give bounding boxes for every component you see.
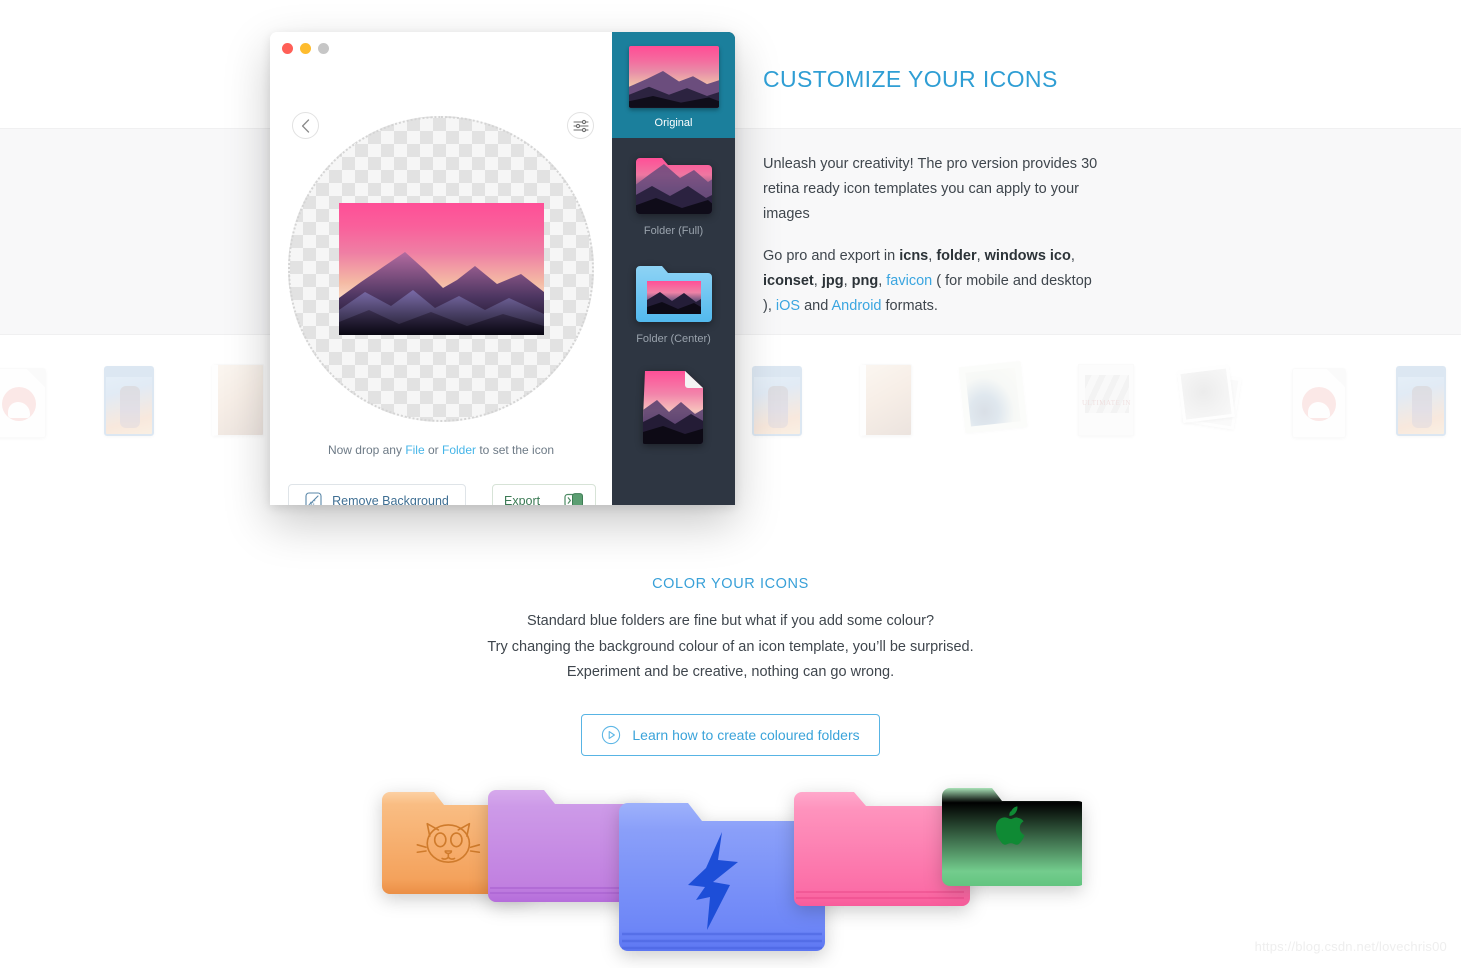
sidebar-label-folder-center: Folder (Center) — [636, 333, 711, 345]
app-window-main: Now drop any File or Folder to set the i… — [270, 32, 612, 505]
strip-item-poster: ULTIMATE IN — [1078, 364, 1134, 436]
format-folder: folder — [936, 248, 977, 264]
export-button[interactable]: Export — [492, 484, 596, 505]
ios-link[interactable]: iOS — [776, 298, 800, 314]
sidebar-label-folder-full: Folder (Full) — [643, 225, 704, 237]
preview-image — [338, 203, 544, 335]
hero-copy: CUSTOMIZE YOUR ICONS Unleash your creati… — [763, 66, 1103, 319]
template-thumb-original — [628, 46, 719, 108]
icon-preview-canvas[interactable] — [288, 116, 594, 422]
hero-and: and — [800, 298, 832, 314]
strip-item-photos — [1176, 364, 1244, 430]
color-your-icons-section: COLOR YOUR ICONS Standard blue folders a… — [0, 576, 1461, 756]
section-title: COLOR YOUR ICONS — [652, 576, 809, 592]
sidebar-item-folder-full[interactable]: Folder (Full) — [612, 138, 735, 246]
page-root: ULTIMATE IN Now drop any File or Folder … — [0, 0, 1461, 968]
close-button[interactable] — [282, 43, 293, 54]
strip-item-stamp — [958, 360, 1028, 434]
remove-background-button[interactable]: Remove Background — [288, 484, 466, 505]
favicon-link[interactable]: favicon — [886, 273, 932, 289]
folder-center-art — [635, 266, 712, 322]
strip-item-bluray — [104, 366, 154, 436]
template-thumb-document — [641, 368, 705, 444]
watermark: https://blog.csdn.net/lovechris00 — [1254, 939, 1447, 954]
minimize-button[interactable] — [300, 43, 311, 54]
android-link[interactable]: Android — [832, 298, 882, 314]
remove-background-icon — [305, 492, 322, 505]
drop-hint-suffix: to set the icon — [476, 443, 555, 457]
drop-folder-link[interactable]: Folder — [442, 443, 476, 457]
document-art — [641, 371, 703, 444]
hero-tail: formats. — [881, 298, 938, 314]
drop-file-link[interactable]: File — [405, 443, 424, 457]
sep: , — [813, 273, 822, 289]
maximize-button[interactable] — [318, 43, 329, 54]
sidebar-item-document[interactable] — [612, 354, 735, 453]
format-jpg: jpg — [821, 273, 844, 289]
sep: , — [976, 248, 985, 264]
back-button[interactable] — [292, 112, 319, 139]
strip-item-bluray — [752, 366, 802, 436]
export-icon — [564, 493, 583, 505]
green-folder[interactable] — [938, 780, 1086, 886]
format-icns: icns — [899, 248, 929, 264]
format-iconset: iconset — [763, 273, 814, 289]
section-line-1: Standard blue folders are fine but what … — [526, 613, 935, 629]
strip-item-bluray — [1396, 366, 1446, 436]
template-thumb-folder-center — [634, 260, 714, 324]
mountain-artwork — [338, 251, 544, 335]
folder-full-art — [635, 158, 712, 214]
remove-background-label: Remove Background — [332, 493, 449, 506]
action-row: Remove Background Export — [288, 484, 596, 505]
green-folder-art — [942, 788, 1086, 886]
template-sidebar: Original Folder (Full) Folder (Center) — [612, 32, 735, 505]
sep: , — [1070, 248, 1075, 264]
section-lines: Standard blue folders are fine but what … — [0, 609, 1461, 686]
hero-paragraph-1: Unleash your creativity! The pro version… — [763, 156, 1098, 222]
section-line-2: Try changing the background colour of an… — [487, 638, 974, 655]
hero-paragraph-2: Go pro and export in icns, folder, windo… — [763, 244, 1103, 319]
strip-item-doc — [0, 368, 46, 438]
strip-item-book — [212, 364, 264, 436]
section-line-3: Experiment and be creative, nothing can … — [566, 664, 895, 680]
drop-hint: Now drop any File or Folder to set the i… — [270, 443, 612, 457]
sidebar-item-folder-center[interactable]: Folder (Center) — [612, 246, 735, 354]
page-title: CUSTOMIZE YOUR ICONS — [763, 66, 1058, 92]
export-label: Export — [504, 493, 541, 506]
settings-button[interactable] — [567, 112, 594, 139]
sliders-icon — [572, 119, 589, 132]
mountain-artwork — [628, 71, 719, 108]
hero-body: Unleash your creativity! The pro version… — [763, 152, 1103, 319]
drop-hint-prefix: Now drop any — [327, 443, 406, 457]
strip-item-book — [860, 364, 912, 436]
chevron-left-icon — [301, 118, 310, 133]
sidebar-label-original: Original — [654, 117, 693, 129]
template-thumb-folder-full — [634, 152, 714, 216]
play-circle-icon — [602, 725, 621, 744]
window-traffic-lights — [282, 43, 329, 54]
format-png: png — [851, 273, 879, 289]
sidebar-item-original[interactable]: Original — [612, 32, 735, 138]
strip-item-doc — [1292, 368, 1346, 438]
sep: , — [843, 273, 852, 289]
hero-para2-lead: Go pro and export in — [763, 248, 900, 264]
colored-folders-row — [0, 760, 1461, 968]
learn-how-button[interactable]: Learn how to create coloured folders — [581, 713, 880, 756]
app-window: Now drop any File or Folder to set the i… — [270, 32, 735, 505]
format-windows-ico: windows ico — [984, 248, 1071, 264]
drop-hint-middle: or — [424, 443, 442, 457]
learn-how-button-label: Learn how to create coloured folders — [632, 726, 860, 743]
